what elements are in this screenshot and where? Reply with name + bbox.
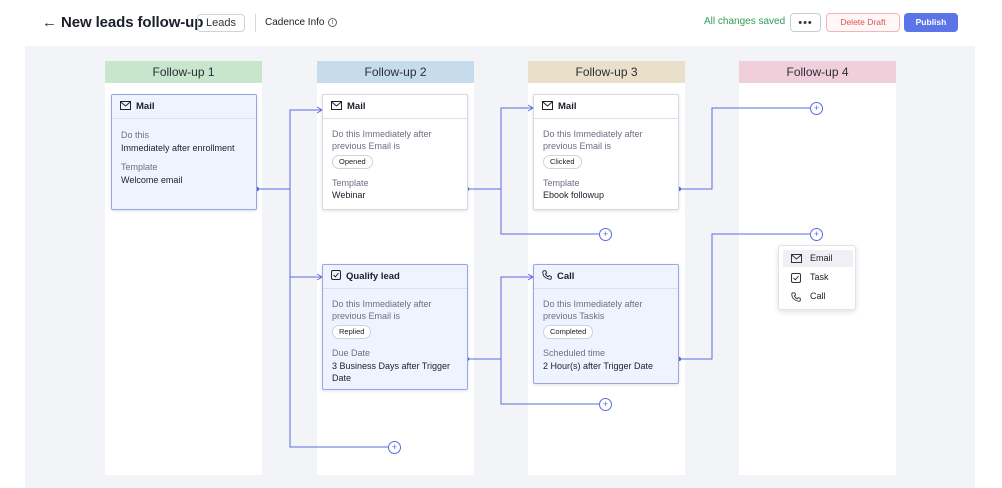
mail-icon <box>791 254 802 263</box>
card-header: Mail <box>542 100 577 115</box>
flow-connectors <box>254 104 810 448</box>
card-field-value: Date <box>332 373 352 383</box>
card-field-value: Welcome email <box>121 175 183 185</box>
connector-line <box>257 109 321 190</box>
menu-item-task[interactable]: Task <box>783 269 853 286</box>
card-field-value: Webinar <box>332 190 366 200</box>
status-badge: Replied <box>332 325 372 339</box>
menu-item-label: Task <box>810 272 829 282</box>
phone-icon <box>542 270 552 281</box>
card-divider <box>112 118 256 119</box>
phone-icon <box>791 292 801 302</box>
card-field-label: Template <box>543 178 580 188</box>
card-condition-text: previous Email is <box>332 141 401 151</box>
step-card-mail-1[interactable]: Mail Do this Immediately after enrollmen… <box>111 94 257 210</box>
add-step-button[interactable]: + <box>810 228 823 241</box>
card-header: Qualify lead <box>331 270 400 285</box>
card-header: Call <box>542 270 575 285</box>
card-title: Mail <box>136 101 155 112</box>
connector-line <box>467 276 532 360</box>
add-step-button[interactable]: + <box>599 398 612 411</box>
card-field-value: 3 Business Days after Trigger <box>332 361 451 371</box>
card-divider <box>534 288 678 289</box>
connector-line <box>289 189 321 278</box>
mail-icon <box>120 100 131 110</box>
add-step-button[interactable]: + <box>388 441 401 454</box>
menu-item-call[interactable]: Call <box>783 288 853 305</box>
mail-icon <box>331 100 342 110</box>
card-divider <box>534 118 678 119</box>
mail-icon <box>542 100 553 110</box>
connector-line <box>679 107 810 190</box>
step-card-call[interactable]: Call Do this Immediately after previous … <box>533 264 679 384</box>
card-condition-text: previous Email is <box>543 141 612 151</box>
step-card-mail-2[interactable]: Mail Do this Immediately after previous … <box>322 94 468 210</box>
card-field-value: Ebook followup <box>543 190 605 200</box>
card-field-label: Scheduled time <box>543 348 606 358</box>
card-condition-text: Do this Immediately after <box>543 299 643 309</box>
card-field-label: Template <box>332 178 369 188</box>
card-field-value: Immediately after enrollment <box>121 143 235 153</box>
card-condition-text: Do this Immediately after <box>543 129 643 139</box>
card-header: Mail <box>331 100 366 115</box>
card-title: Mail <box>347 101 366 112</box>
task-icon <box>791 273 801 283</box>
card-title: Mail <box>558 101 577 112</box>
task-icon <box>331 270 341 281</box>
menu-item-label: Call <box>810 291 826 301</box>
card-title: Call <box>557 271 575 282</box>
card-divider <box>323 288 467 289</box>
card-condition-text: Do this Immediately after <box>332 299 432 309</box>
menu-item-email[interactable]: Email <box>783 250 853 267</box>
card-field-label: Due Date <box>332 348 371 358</box>
add-step-button[interactable]: + <box>810 102 823 115</box>
status-badge: Clicked <box>543 155 582 169</box>
card-divider <box>323 118 467 119</box>
card-condition-text: previous Email is <box>332 311 401 321</box>
connector-line <box>467 107 532 190</box>
add-step-menu: Email Task Call <box>778 245 856 310</box>
card-condition-text: previous Taskis <box>543 311 605 321</box>
status-badge: Opened <box>332 155 373 169</box>
card-condition-text: Do this Immediately after <box>332 129 432 139</box>
card-header: Mail <box>120 100 155 115</box>
status-badge: Completed <box>543 325 594 339</box>
add-step-button[interactable]: + <box>599 228 612 241</box>
step-card-mail-3[interactable]: Mail Do this Immediately after previous … <box>533 94 679 210</box>
menu-item-label: Email <box>810 253 833 263</box>
card-field-value: 2 Hour(s) after Trigger Date <box>543 361 654 371</box>
step-card-qualify-lead[interactable]: Qualify lead Do this Immediately after p… <box>322 264 468 390</box>
card-field-label: Do this <box>121 130 150 140</box>
card-field-label: Template <box>121 162 158 172</box>
card-title: Qualify lead <box>346 271 400 282</box>
